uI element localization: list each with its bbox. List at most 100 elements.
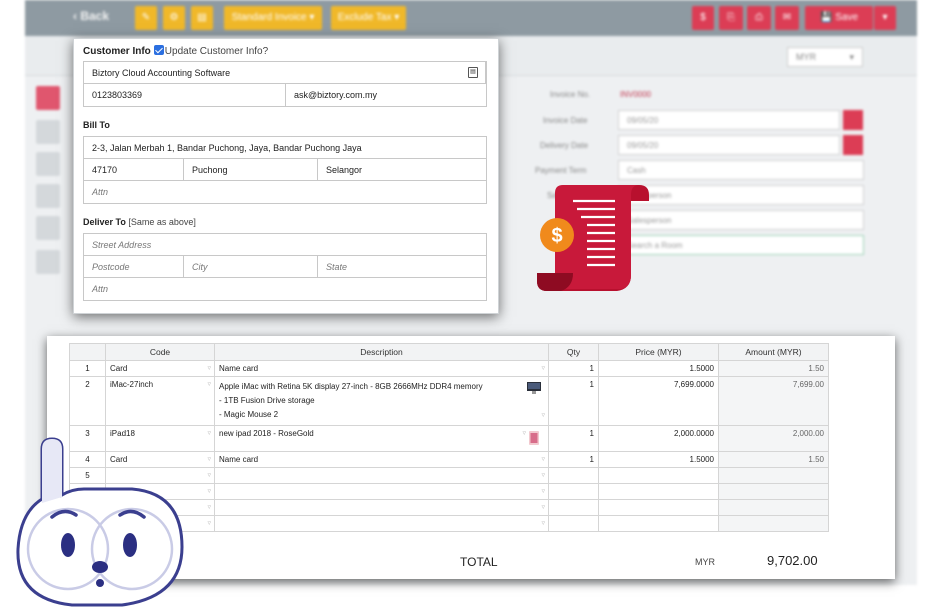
top-toolbar: ‹ Back ✎ ⚙ ▤ Standard Invoice ▾ Exclude …	[25, 0, 917, 36]
price-cell[interactable]: 7,699.0000	[598, 376, 719, 426]
save-label: Save	[835, 12, 859, 23]
chevron-down-icon[interactable]: ▿	[522, 429, 526, 437]
amount-cell	[718, 483, 829, 500]
qty-cell[interactable]: 1	[548, 425, 599, 452]
template-icon[interactable]: ▤	[191, 6, 213, 30]
payment-term-value: Cash	[627, 166, 646, 175]
description-cell[interactable]: new ipad 2018 - RoseGold ▿	[214, 425, 549, 452]
qty-cell[interactable]	[548, 467, 599, 484]
price-cell[interactable]: 1.5000	[598, 451, 719, 468]
qty-header: Qty	[548, 343, 599, 361]
amount-cell	[718, 467, 829, 484]
amount-cell: 1.50	[718, 360, 829, 377]
street-address-field[interactable]: Street Address	[84, 234, 486, 255]
chevron-down-icon[interactable]: ▿	[541, 455, 545, 463]
code-cell[interactable]: Card ▿	[105, 360, 215, 377]
chevron-down-icon[interactable]: ▿	[207, 455, 211, 463]
price-cell[interactable]	[598, 499, 719, 516]
copy-icon[interactable]: ⎘	[719, 6, 743, 30]
description-line: - Magic Mouse 2	[219, 410, 279, 419]
sidebar-chart-icon[interactable]	[36, 216, 60, 240]
contact-card-icon[interactable]: ▤	[468, 67, 478, 78]
print-icon[interactable]: ⎙	[747, 6, 771, 30]
invoice-date-field[interactable]: 09/05/20	[618, 110, 840, 130]
chevron-down-icon[interactable]: ▿	[541, 471, 545, 479]
payment-term-select[interactable]: Cash	[618, 160, 864, 180]
chevron-down-icon[interactable]: ▿	[207, 380, 211, 388]
chevron-down-icon[interactable]: ▿	[207, 364, 211, 372]
sidebar-settings-icon[interactable]	[36, 250, 60, 274]
customer-name-field[interactable]: Biztory Cloud Accounting Software	[84, 62, 486, 83]
price-cell[interactable]	[598, 515, 719, 532]
sidebar-user-icon[interactable]	[36, 152, 60, 176]
sidebar-list-icon[interactable]	[36, 120, 60, 144]
description-cell[interactable]: Apple iMac with Retina 5K display 27-inc…	[214, 376, 549, 426]
calendar-icon[interactable]	[843, 110, 863, 130]
back-button[interactable]: ‹ Back	[73, 9, 109, 23]
description-cell[interactable]: ▿	[214, 483, 549, 500]
deliver-postcode-field[interactable]: Postcode	[84, 256, 184, 277]
dollar-icon[interactable]: $	[692, 6, 714, 30]
description-cell[interactable]: ▿	[214, 515, 549, 532]
chevron-down-icon[interactable]: ▿	[207, 471, 211, 479]
delivery-date-field[interactable]: 09/05/20	[618, 135, 840, 155]
description-cell[interactable]: Name card ▿	[214, 360, 549, 377]
deliver-city-field[interactable]: City	[184, 256, 318, 277]
currency-select[interactable]: MYR ▾	[787, 47, 863, 67]
deliver-state-field[interactable]: State	[318, 256, 486, 277]
description-cell[interactable]: ▿	[214, 467, 549, 484]
price-cell[interactable]: 1.5000	[598, 360, 719, 377]
price-cell[interactable]	[598, 483, 719, 500]
price-cell[interactable]	[598, 467, 719, 484]
sidebar-doc-icon[interactable]	[36, 184, 60, 208]
tax-label: Exclude Tax	[337, 12, 392, 23]
chevron-down-icon[interactable]: ▿	[541, 364, 545, 372]
tax-dropdown[interactable]: Exclude Tax ▾	[331, 6, 406, 30]
bill-address-field[interactable]: 2-3, Jalan Merbah 1, Bandar Puchong, Jay…	[84, 137, 486, 158]
code-value: iMac-27inch	[110, 380, 154, 389]
chevron-down-icon[interactable]: ▿	[541, 411, 545, 419]
sidebar-invoice-icon[interactable]	[36, 86, 60, 110]
template-dropdown[interactable]: Standard Invoice ▾	[224, 6, 322, 30]
chevron-down-icon[interactable]: ▿	[207, 429, 211, 437]
customer-phone-field[interactable]: 0123803369	[84, 84, 286, 106]
mail-icon[interactable]: ✉	[775, 6, 799, 30]
save-button[interactable]: 💾 Save	[805, 6, 873, 30]
update-customer-label: Update Customer Info?	[164, 46, 269, 57]
deliver-attn-field[interactable]: Attn	[84, 278, 486, 300]
chevron-down-icon[interactable]: ▿	[541, 519, 545, 527]
bill-attn-field[interactable]: Attn	[84, 181, 486, 203]
gear-icon[interactable]: ⚙	[163, 6, 185, 30]
price-cell[interactable]: 2,000.0000	[598, 425, 719, 452]
chevron-down-icon[interactable]: ▿	[207, 487, 211, 495]
qty-cell[interactable]	[548, 515, 599, 532]
qty-cell[interactable]	[548, 499, 599, 516]
code-cell[interactable]: iMac-27inch ▿	[105, 376, 215, 426]
description-cell[interactable]: Name card ▿	[214, 451, 549, 468]
chevron-down-icon[interactable]: ▿	[207, 519, 211, 527]
bill-postcode-field[interactable]: 47170	[84, 159, 184, 180]
bill-state-field[interactable]: Selangor	[318, 159, 486, 180]
save-dropdown-toggle[interactable]: ▾	[874, 6, 896, 30]
qty-cell[interactable]	[548, 483, 599, 500]
imac-thumbnail-icon	[527, 382, 541, 394]
amount-cell: 2,000.00	[718, 425, 829, 452]
bill-city-field[interactable]: Puchong	[184, 159, 318, 180]
customer-info-title: Customer Info	[83, 46, 151, 57]
calendar-icon[interactable]	[843, 135, 863, 155]
qty-cell[interactable]: 1	[548, 451, 599, 468]
update-customer-checkbox[interactable]	[153, 45, 164, 55]
amount-cell: 7,699.00	[718, 376, 829, 426]
chevron-down-icon[interactable]: ▿	[541, 503, 545, 511]
amount-cell	[718, 515, 829, 532]
edit-icon[interactable]: ✎	[135, 6, 157, 30]
chevron-down-icon[interactable]: ▿	[541, 487, 545, 495]
qty-cell[interactable]: 1	[548, 376, 599, 426]
customer-email-field[interactable]: ask@biztory.com.my	[286, 84, 486, 106]
chevron-down-icon[interactable]: ▿	[207, 503, 211, 511]
invoice-no-label: Invoice No.	[550, 90, 591, 99]
deliver-same-link[interactable]: [Same as above]	[128, 217, 196, 227]
description-cell[interactable]: ▿	[214, 499, 549, 516]
code-value: Card	[110, 364, 128, 373]
qty-cell[interactable]: 1	[548, 360, 599, 377]
